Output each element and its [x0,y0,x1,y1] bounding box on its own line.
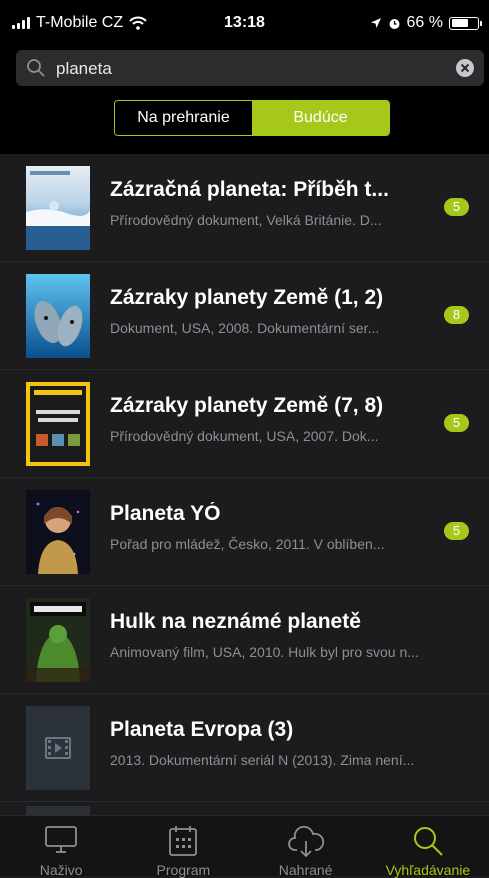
tv-icon [45,826,78,853]
episode-count-badge: 5 [444,198,469,216]
search-field[interactable] [16,50,484,88]
item-subtitle: Animovaný film, USA, 2010. Hulk byl pro … [110,644,419,660]
tab-program[interactable]: Program [122,816,244,878]
thumbnail [26,490,90,574]
item-subtitle: Přírodovědný dokument, USA, 2007. Dok... [110,428,379,444]
segment-past[interactable]: Na prehranie [115,101,252,135]
tab-label: Nahrané [278,862,333,878]
segment-future[interactable]: Budúce [252,101,389,135]
item-subtitle: Přírodovědný dokument, Velká Británie. D… [110,212,382,228]
search-icon [413,827,443,856]
thumbnail [26,274,90,358]
location-arrow-icon [370,18,381,28]
clear-icon[interactable] [456,59,474,77]
status-right: 66 % [370,14,482,32]
list-item[interactable]: Zázračná planeta: Příběh t... Přírodověd… [0,154,489,262]
tab-vyhladavanie[interactable]: Vyhľadávanie [367,816,489,878]
tab-nahrane[interactable]: Nahrané [245,816,367,878]
results-list: Zázračná planeta: Příběh t... Přírodověd… [0,154,489,802]
item-subtitle: Dokument, USA, 2008. Dokumentární ser... [110,320,380,336]
segmented-control: Na prehranie Budúce [114,100,390,136]
item-title: Zázračná planeta: Příběh t... [110,178,389,201]
status-bar: T-Mobile CZ 13:18 66 % [0,0,489,46]
item-title: Planeta Evropa (3) [110,718,294,741]
tab-label: Naživo [39,862,83,878]
item-title: Hulk na neznámé planetě [110,610,361,633]
episode-count-badge: 5 [444,522,469,540]
thumbnail [26,166,90,250]
cloud-download-icon [287,825,324,858]
item-title: Zázraky planety Země (7, 8) [110,394,384,417]
item-title: Planeta YÓ [110,502,221,525]
item-subtitle: 2013. Dokumentární seriál N (2013). Zima… [110,752,415,768]
tab-label: Program [156,862,211,878]
list-item[interactable]: Planeta YÓ Pořad pro mládež, Česko, 2011… [0,478,489,586]
tab-nazivo[interactable]: Naživo [0,816,122,878]
calendar-icon [169,826,198,856]
thumbnail [26,598,90,682]
list-item[interactable]: Planeta Evropa (3) 2013. Dokumentární se… [0,694,489,802]
list-item[interactable]: Hulk na neznámé planetě Animovaný film, … [0,586,489,694]
battery-percent: 66 % [406,14,443,31]
tab-label: Vyhľadávanie [385,862,471,878]
episode-count-badge: 8 [444,306,469,324]
alarm-icon [389,18,400,29]
list-item[interactable]: Zázraky planety Země (7, 8) Přírodovědný… [0,370,489,478]
list-item[interactable]: Zázraky planety Země (1, 2) Dokument, US… [0,262,489,370]
search-icon [27,59,45,77]
search-input[interactable] [54,50,438,88]
thumbnail [26,382,90,466]
battery-icon [449,16,482,30]
item-title: Zázraky planety Země (1, 2) [110,286,384,309]
filter-area: Na prehranie Budúce [0,92,489,154]
item-subtitle: Pořad pro mládež, Česko, 2011. V oblíben… [110,536,385,552]
tab-bar: Naživo Program Nahrané Vyhľadávanie [0,815,489,878]
search-bar-area [0,46,489,92]
episode-count-badge: 5 [444,414,469,432]
thumbnail [26,706,90,790]
